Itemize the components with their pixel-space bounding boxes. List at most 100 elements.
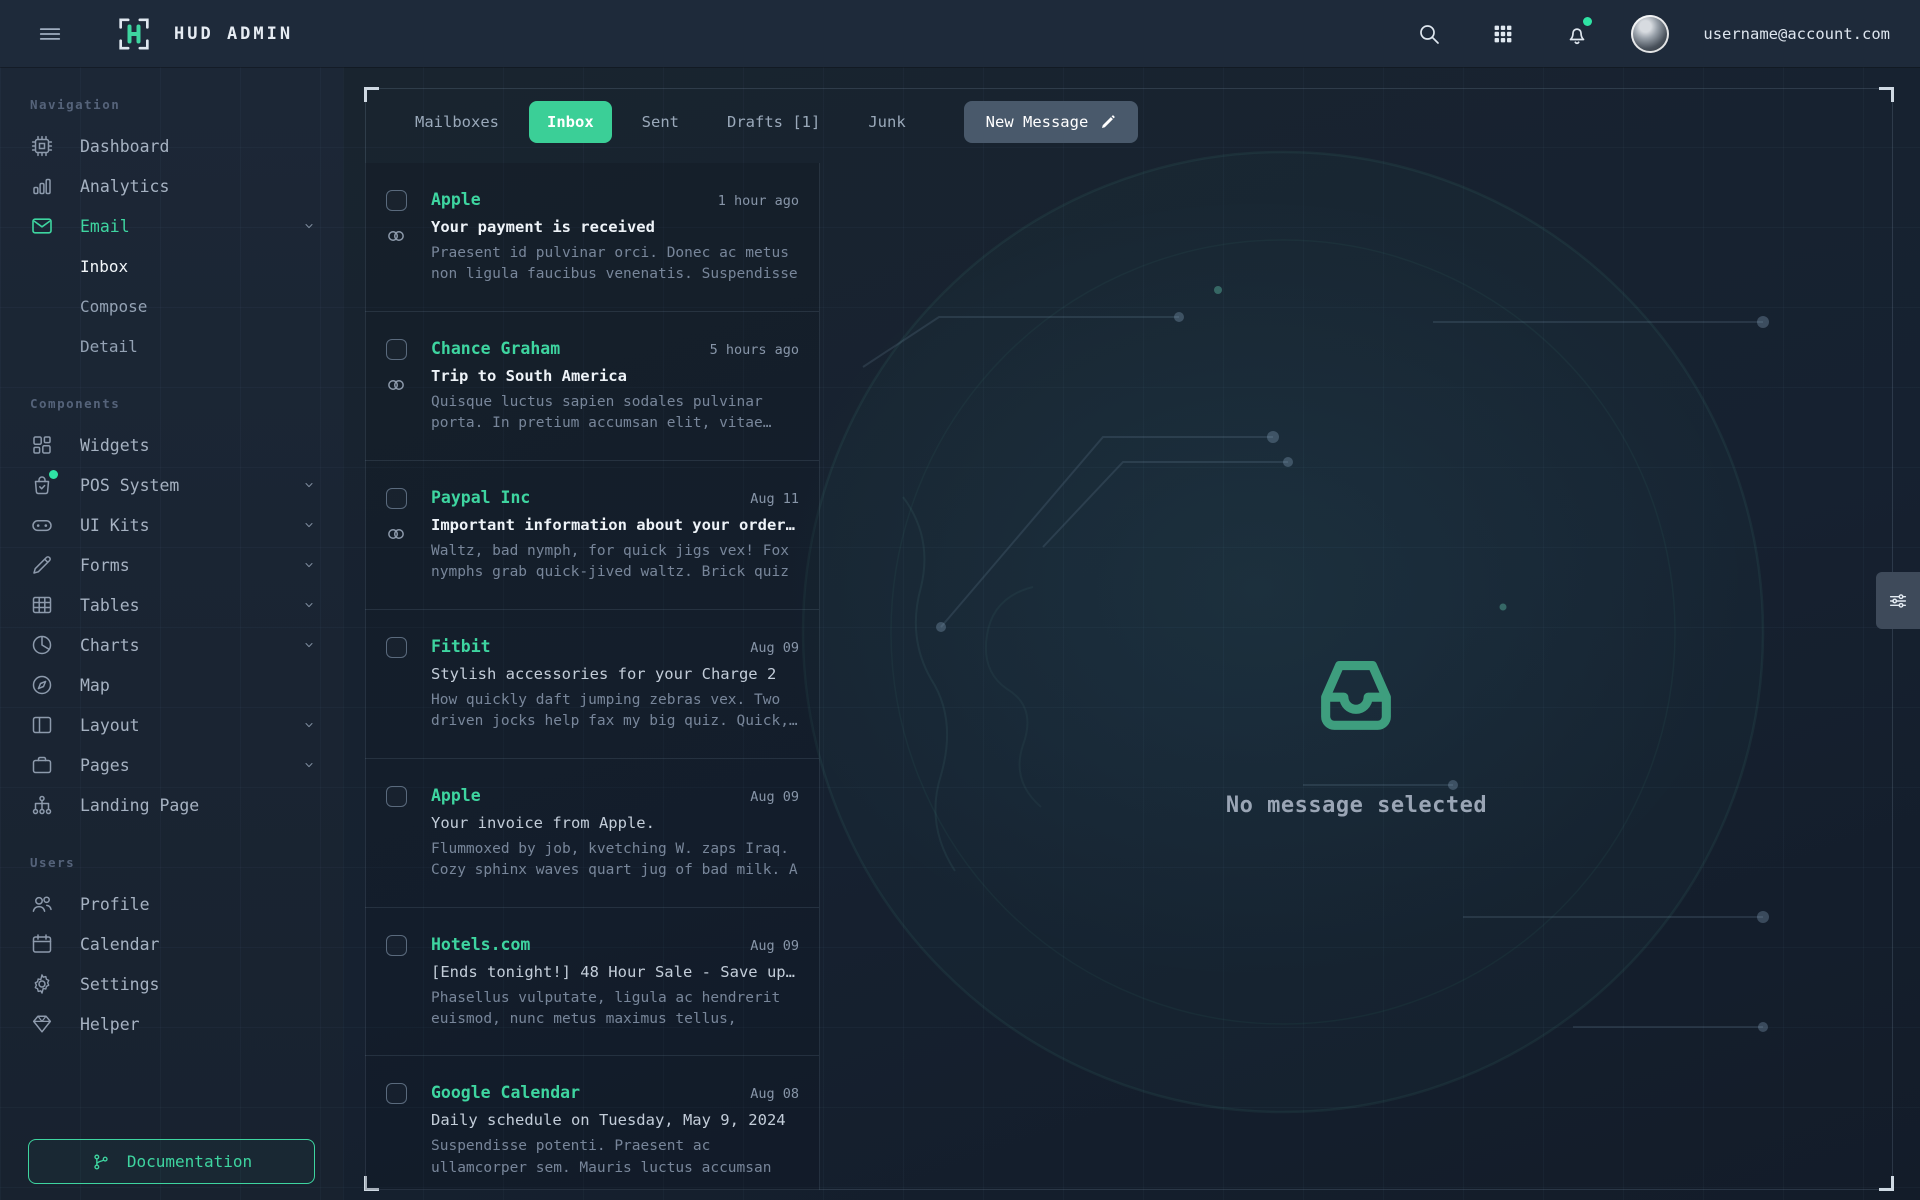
pen-icon xyxy=(30,553,54,577)
sidebar-item-profile[interactable]: Profile xyxy=(0,884,343,924)
sidebar-item-tables[interactable]: Tables xyxy=(0,585,343,625)
message-controls xyxy=(379,190,413,286)
link-icon xyxy=(385,523,407,545)
message-list-item[interactable]: Hotels.comAug 09[Ends tonight!] 48 Hour … xyxy=(365,908,819,1057)
sidebar-item-forms[interactable]: Forms xyxy=(0,545,343,585)
layout-icon xyxy=(30,713,54,737)
message-controls xyxy=(379,935,413,1031)
message-preview: Waltz, bad nymph, for quick jigs vex! Fo… xyxy=(431,541,799,584)
sidebar-subitem-compose[interactable]: Compose xyxy=(0,286,343,326)
chevron-down-icon xyxy=(301,477,317,493)
sitemap-icon xyxy=(30,793,54,817)
inbox-tray-icon xyxy=(1292,643,1420,747)
widgets-icon xyxy=(30,433,54,457)
sidebar-section-users: Users Profile CalendarSettingsHelper xyxy=(0,855,343,1044)
message-checkbox[interactable] xyxy=(386,339,407,360)
user-email[interactable]: username@account.com xyxy=(1703,25,1890,43)
pencil-icon xyxy=(1100,114,1116,130)
message-header: Hotels.comAug 09 xyxy=(431,935,799,954)
message-list-item[interactable]: Apple1 hour agoYour payment is receivedP… xyxy=(365,163,819,312)
sidebar-item-helper[interactable]: Helper xyxy=(0,1004,343,1044)
section-label: Navigation xyxy=(0,97,343,112)
message-summary: Apple1 hour agoYour payment is receivedP… xyxy=(431,190,799,286)
sidebar-subitem-detail[interactable]: Detail xyxy=(0,326,343,366)
menu-icon[interactable] xyxy=(30,14,70,54)
message-list-item[interactable]: Paypal IncAug 11Important information ab… xyxy=(365,461,819,610)
notification-dot xyxy=(1583,17,1592,26)
bar-chart-icon xyxy=(30,174,54,198)
search-icon[interactable] xyxy=(1409,14,1449,54)
gamepad-icon xyxy=(30,513,54,537)
sidebar-item-landing-page[interactable]: Landing Page xyxy=(0,785,343,825)
empty-state: No message selected xyxy=(1226,643,1487,818)
bell-icon[interactable] xyxy=(1557,14,1597,54)
mailbox-tabs: Mailboxes Inbox Sent Drafts [1] Junk New Mess… xyxy=(365,88,1893,155)
message-preview: How quickly daft jumping zebras vex. Two… xyxy=(431,690,799,733)
sidebar-item-label: Charts xyxy=(80,636,140,655)
mail-content: Mailboxes Inbox Sent Drafts [1] Junk New Mess… xyxy=(343,67,1920,1200)
chevron-down-icon xyxy=(301,637,317,653)
sidebar-item-ui-kits[interactable]: UI Kits xyxy=(0,505,343,545)
message-subject: Important information about your order … xyxy=(431,516,799,534)
link-icon xyxy=(385,374,407,396)
message-controls xyxy=(379,488,413,584)
tab-inbox[interactable]: Inbox xyxy=(529,101,612,143)
sliders-icon xyxy=(1887,590,1909,612)
tab-mailboxes[interactable]: Mailboxes xyxy=(397,101,517,143)
message-checkbox[interactable] xyxy=(386,190,407,211)
pie-chart-icon xyxy=(30,633,54,657)
sidebar-subitem-inbox[interactable]: Inbox xyxy=(0,246,343,286)
new-message-button[interactable]: New Message xyxy=(964,101,1139,143)
tab-sent[interactable]: Sent xyxy=(624,101,697,143)
chevron-down-icon xyxy=(301,517,317,533)
sidebar-item-pages[interactable]: Pages xyxy=(0,745,343,785)
users-icon xyxy=(30,892,54,916)
sidebar-item-charts[interactable]: Charts xyxy=(0,625,343,665)
message-checkbox[interactable] xyxy=(386,488,407,509)
message-summary: FitbitAug 09Stylish accessories for your… xyxy=(431,637,799,733)
section-label: Users xyxy=(0,855,343,870)
sidebar-item-widgets[interactable]: Widgets xyxy=(0,425,343,465)
app-logo[interactable] xyxy=(112,12,156,56)
briefcase-icon xyxy=(30,753,54,777)
documentation-label: Documentation xyxy=(127,1152,252,1171)
tab-drafts-1[interactable]: Drafts [1] xyxy=(709,101,838,143)
message-preview: Flummoxed by job, kvetching W. zaps Iraq… xyxy=(431,839,799,882)
message-sender: Hotels.com xyxy=(431,935,530,954)
message-controls xyxy=(379,637,413,733)
tab-junk[interactable]: Junk xyxy=(850,101,923,143)
message-sender: Chance Graham xyxy=(431,339,560,358)
message-sender: Apple xyxy=(431,190,481,209)
user-avatar[interactable] xyxy=(1631,15,1669,53)
message-summary: Chance Graham5 hours agoTrip to South Am… xyxy=(431,339,799,435)
gear-icon xyxy=(30,972,54,996)
shopping-bag-icon xyxy=(30,473,54,497)
message-checkbox[interactable] xyxy=(386,935,407,956)
message-list-item[interactable]: Chance Graham5 hours agoTrip to South Am… xyxy=(365,312,819,461)
settings-drawer-toggle[interactable] xyxy=(1876,572,1920,629)
sidebar-item-layout[interactable]: Layout xyxy=(0,705,343,745)
message-checkbox[interactable] xyxy=(386,637,407,658)
message-preview: Suspendisse potenti. Praesent ac ullamco… xyxy=(431,1136,799,1179)
apps-grid-icon[interactable] xyxy=(1483,14,1523,54)
message-checkbox[interactable] xyxy=(386,1083,407,1104)
sidebar-item-email[interactable]: Email xyxy=(0,206,343,246)
sidebar-item-analytics[interactable]: Analytics xyxy=(0,166,343,206)
message-subject: Your invoice from Apple. xyxy=(431,814,799,832)
sidebar-item-settings[interactable]: Settings xyxy=(0,964,343,1004)
table-icon xyxy=(30,593,54,617)
message-list-item[interactable]: Google CalendarAug 08Daily schedule on T… xyxy=(365,1056,819,1190)
message-time: Aug 11 xyxy=(742,491,799,507)
sidebar-item-map[interactable]: Map xyxy=(0,665,343,705)
documentation-button[interactable]: Documentation xyxy=(28,1139,315,1184)
message-list-item[interactable]: FitbitAug 09Stylish accessories for your… xyxy=(365,610,819,759)
sidebar-item-dashboard[interactable]: Dashboard xyxy=(0,126,343,166)
sidebar-item-label: Profile xyxy=(80,895,150,914)
diamond-icon xyxy=(30,1012,54,1036)
message-checkbox[interactable] xyxy=(386,786,407,807)
message-list-item[interactable]: AppleAug 09Your invoice from Apple.Flumm… xyxy=(365,759,819,908)
sidebar-item-calendar[interactable]: Calendar xyxy=(0,924,343,964)
message-sender: Google Calendar xyxy=(431,1083,580,1102)
sidebar-item-pos-system[interactable]: POS System xyxy=(0,465,343,505)
message-sender: Fitbit xyxy=(431,637,491,656)
